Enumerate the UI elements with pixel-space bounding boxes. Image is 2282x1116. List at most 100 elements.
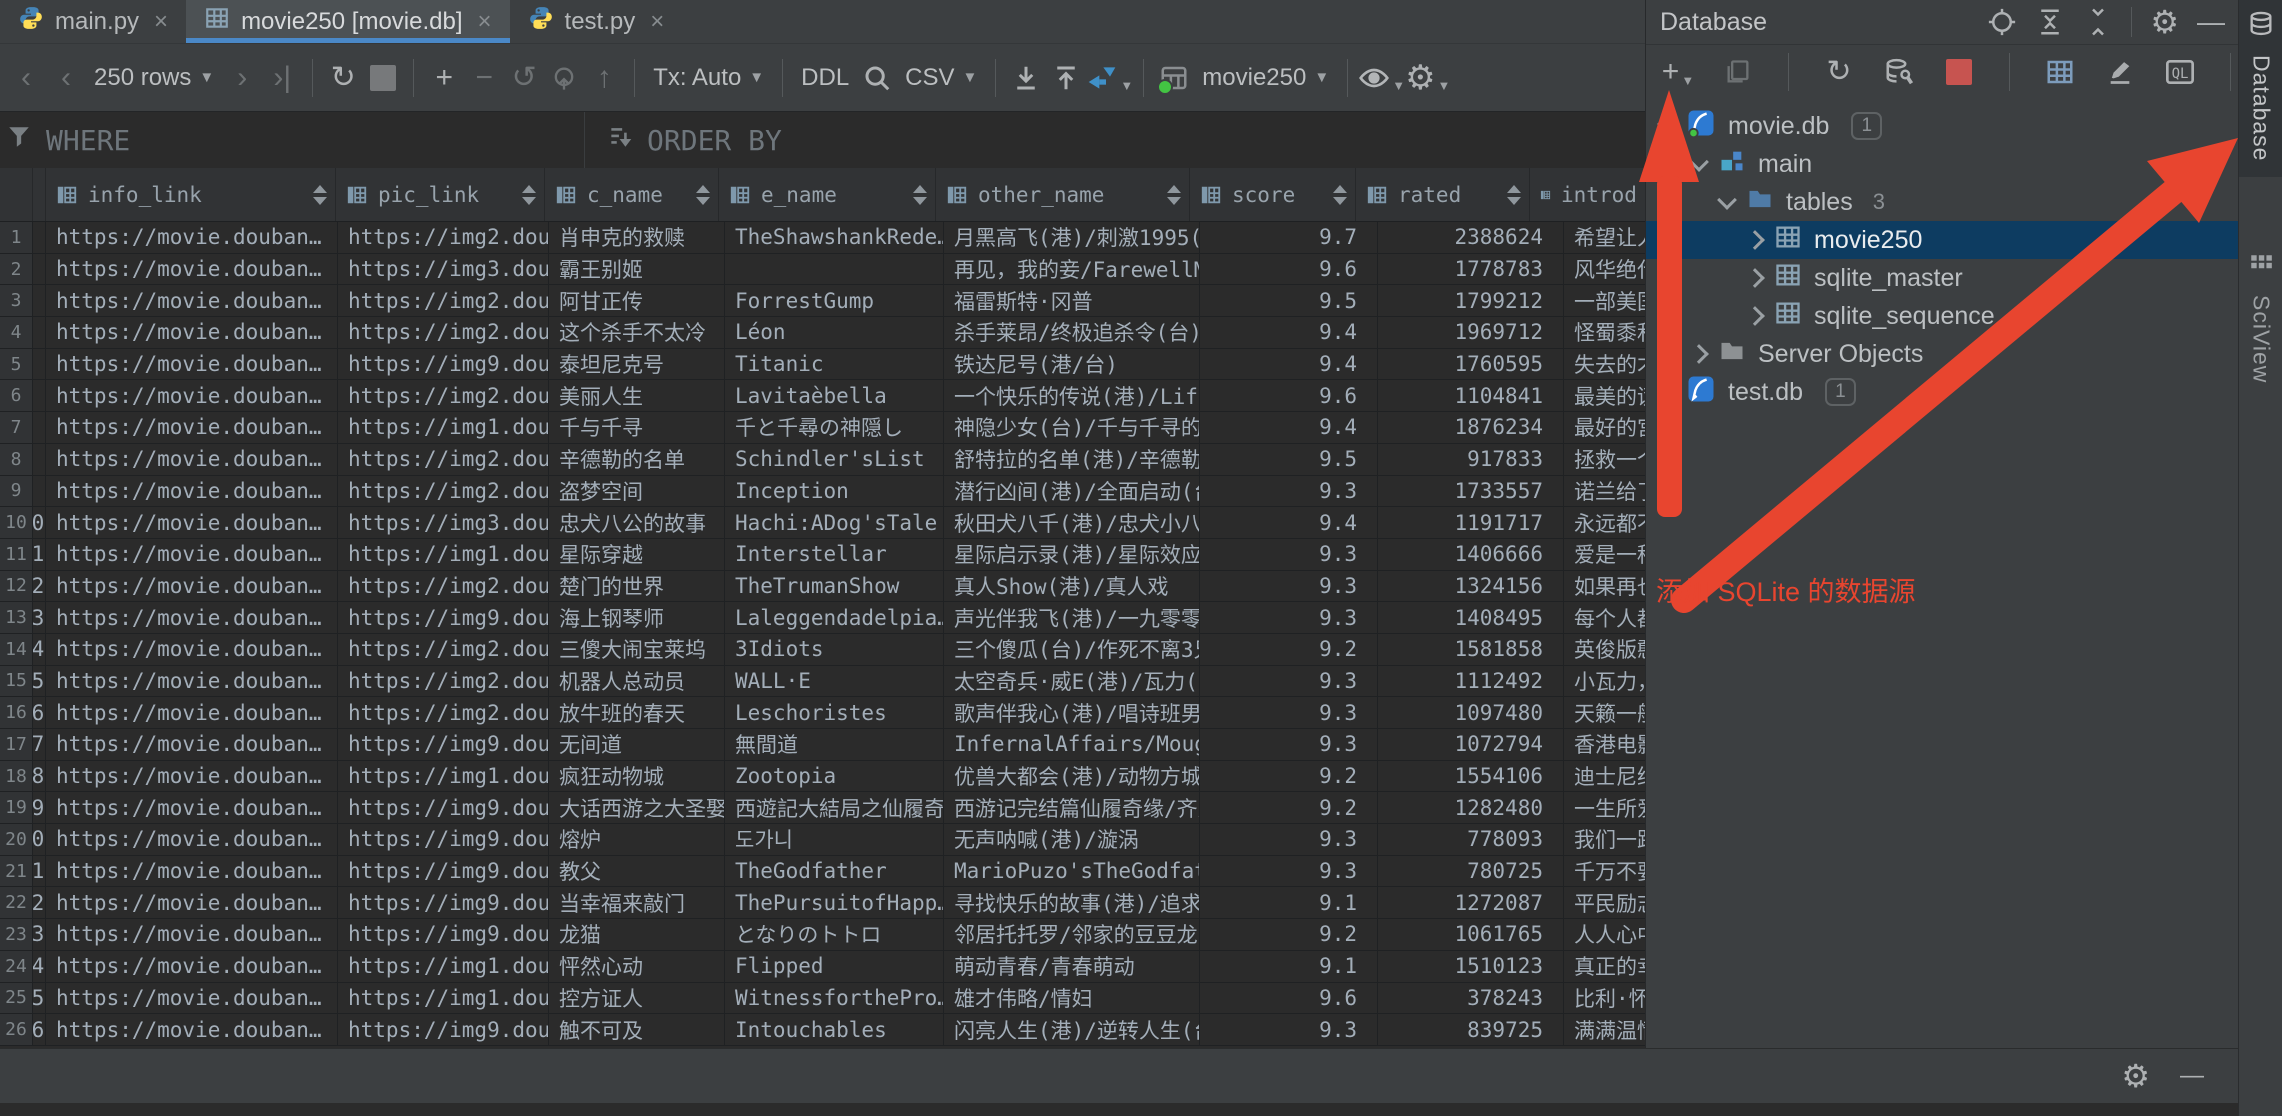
sort-toggle-icon[interactable] xyxy=(1501,185,1521,205)
cell-introduction[interactable]: 比利·怀德满分作品 xyxy=(1564,983,1645,1014)
edit-icon[interactable] xyxy=(2100,50,2140,94)
cell-other_name[interactable]: InfernalAffairs/Mougaa… xyxy=(944,729,1200,760)
cell-introduction[interactable]: 平民励志片 xyxy=(1564,887,1645,918)
duplicate-icon[interactable] xyxy=(1718,50,1758,94)
cell-other_name[interactable]: 萌动青春/青春萌动 xyxy=(944,951,1200,982)
cell-pic_link[interactable]: https://img2.dou… xyxy=(338,444,549,475)
cell-introduction[interactable]: 一部美国近现代史 xyxy=(1564,285,1645,316)
tab-test-py[interactable]: test.py × xyxy=(510,0,683,43)
cell-c_name[interactable]: 疯狂动物城 xyxy=(549,761,725,792)
cell-introduction[interactable]: 千万不要记恨你的对手，这样会… xyxy=(1564,856,1645,887)
order-by-input[interactable]: ORDER BY xyxy=(585,112,782,168)
cell-e_name[interactable]: Flipped xyxy=(725,951,944,982)
cell-pic_link[interactable]: https://img2.dou… xyxy=(338,476,549,507)
revert-button[interactable]: ↺ xyxy=(504,56,544,100)
cell-e_name[interactable]: Léon xyxy=(725,317,944,348)
cell-e_name[interactable]: Lavitaèbella xyxy=(725,380,944,411)
tree-item-movie-db[interactable]: movie.db 1 xyxy=(1646,107,2239,145)
cell-e_name[interactable]: 千と千尋の神隠し xyxy=(725,412,944,443)
chevron-down-icon[interactable] xyxy=(1657,114,1677,134)
tab-movie250[interactable]: movie250 [movie.db] × xyxy=(186,0,509,43)
cell-score[interactable]: 9.3 xyxy=(1200,476,1378,507)
row-number[interactable]: 5 xyxy=(0,349,33,380)
cell-c_name[interactable]: 阿甘正传 xyxy=(549,285,725,316)
row-number[interactable]: 22 xyxy=(0,887,33,918)
cell-pic_link[interactable]: https://img2.dou… xyxy=(338,571,549,602)
cell-c_name[interactable]: 美丽人生 xyxy=(549,380,725,411)
cell-info_link[interactable]: https://movie.douban… xyxy=(46,666,338,697)
cell-score[interactable]: 9.5 xyxy=(1200,444,1378,475)
row-number[interactable]: 25 xyxy=(0,983,33,1014)
tree-item-test-db[interactable]: test.db 1 xyxy=(1646,373,2239,411)
cell-introduction[interactable]: 风华绝代 xyxy=(1564,254,1645,285)
cell-other_name[interactable]: 铁达尼号(港/台) xyxy=(944,349,1200,380)
cell-introduction[interactable]: 每个人都要走一条自己坚定了的路 xyxy=(1564,602,1645,633)
cell-info_link[interactable]: https://movie.douban… xyxy=(46,761,338,792)
cell-pic_link[interactable]: https://img1.dou… xyxy=(338,412,549,443)
cell-score[interactable]: 9.3 xyxy=(1200,666,1378,697)
cell-c_name[interactable]: 海上钢琴师 xyxy=(549,602,725,633)
cell-rated[interactable]: 1554106 xyxy=(1378,761,1564,792)
cell-score[interactable]: 9.3 xyxy=(1200,729,1378,760)
row-number[interactable]: 21 xyxy=(0,856,33,887)
cell-e_name[interactable]: Hachi:ADog'sTale xyxy=(725,507,944,538)
chevron-right-icon[interactable] xyxy=(1745,268,1765,288)
cell-info_link[interactable]: https://movie.douban… xyxy=(46,887,338,918)
cell-e_name[interactable]: Titanic xyxy=(725,349,944,380)
clipped-num-cell[interactable]: 25 xyxy=(33,983,46,1014)
row-number[interactable]: 2 xyxy=(0,254,33,285)
cell-other_name[interactable]: 太空奇兵·威E(港)/瓦力(台) xyxy=(944,666,1200,697)
cell-e_name[interactable]: WitnessforthePro… xyxy=(725,983,944,1014)
column-header-c_name[interactable]: c_name xyxy=(545,168,719,221)
cell-rated[interactable]: 1072794 xyxy=(1378,729,1564,760)
cell-rated[interactable]: 1097480 xyxy=(1378,697,1564,728)
cell-e_name[interactable]: Leschoristes xyxy=(725,697,944,728)
cell-info_link[interactable]: https://movie.douban… xyxy=(46,254,338,285)
row-number[interactable]: 7 xyxy=(0,412,33,443)
cell-introduction[interactable]: 希望让人自由 xyxy=(1564,222,1645,253)
cell-score[interactable]: 9.4 xyxy=(1200,412,1378,443)
chevron-down-icon[interactable] xyxy=(1689,152,1709,172)
reload-page-button[interactable]: ↻ xyxy=(323,56,363,100)
cell-c_name[interactable]: 忠犬八公的故事 xyxy=(549,507,725,538)
cell-info_link[interactable]: https://movie.douban… xyxy=(46,571,338,602)
cell-introduction[interactable]: 迪士尼给我们营造的乌托邦就是… xyxy=(1564,761,1645,792)
cell-pic_link[interactable]: https://img1.dou… xyxy=(338,539,549,570)
cell-c_name[interactable]: 霸王别姬 xyxy=(549,254,725,285)
row-number[interactable]: 3 xyxy=(0,285,33,316)
cell-c_name[interactable]: 触不可及 xyxy=(549,1014,725,1045)
export-format-selector[interactable]: CSV▼ xyxy=(897,64,985,92)
cell-pic_link[interactable]: https://img1.dou… xyxy=(338,983,549,1014)
row-number[interactable]: 6 xyxy=(0,380,33,411)
stop-red-icon[interactable] xyxy=(1939,50,1979,94)
clipped-num-cell[interactable]: 22 xyxy=(33,887,46,918)
cell-introduction[interactable]: 真正的幸福是来自内心深处 xyxy=(1564,951,1645,982)
clipped-num-cell[interactable]: 17 xyxy=(33,729,46,760)
cell-pic_link[interactable]: https://img2.dou… xyxy=(338,634,549,665)
cell-c_name[interactable]: 楚门的世界 xyxy=(549,571,725,602)
cell-e_name[interactable]: 도가니 xyxy=(725,824,944,855)
cell-c_name[interactable]: 千与千寻 xyxy=(549,412,725,443)
clipped-num-cell[interactable]: 6 xyxy=(33,380,46,411)
column-header-e_name[interactable]: e_name xyxy=(719,168,936,221)
cell-pic_link[interactable]: https://img1.dou… xyxy=(338,951,549,982)
cell-other_name[interactable]: 邻居托托罗/邻家的豆豆龙 xyxy=(944,919,1200,950)
cell-pic_link[interactable]: https://img3.dou… xyxy=(338,507,549,538)
table-view-icon[interactable] xyxy=(2040,50,2080,94)
clipped-num-cell[interactable]: 5 xyxy=(33,349,46,380)
cell-score[interactable]: 9.2 xyxy=(1200,761,1378,792)
cell-rated[interactable]: 1406666 xyxy=(1378,539,1564,570)
cell-info_link[interactable]: https://movie.douban… xyxy=(46,349,338,380)
previous-page-button[interactable]: ‹ xyxy=(46,56,86,100)
row-number[interactable]: 12 xyxy=(0,571,33,602)
cell-e_name[interactable]: となりのトトロ xyxy=(725,919,944,950)
tree-item-sqlite-sequence[interactable]: sqlite_sequence xyxy=(1646,297,2239,335)
cell-c_name[interactable]: 星际穿越 xyxy=(549,539,725,570)
cell-other_name[interactable]: 优兽大都会(港)/动物方城市(台 xyxy=(944,761,1200,792)
cell-info_link[interactable]: https://movie.douban… xyxy=(46,507,338,538)
sort-toggle-icon[interactable] xyxy=(907,185,927,205)
cell-score[interactable]: 9.3 xyxy=(1200,539,1378,570)
cell-rated[interactable]: 1876234 xyxy=(1378,412,1564,443)
cell-rated[interactable]: 1104841 xyxy=(1378,380,1564,411)
cell-score[interactable]: 9.3 xyxy=(1200,602,1378,633)
